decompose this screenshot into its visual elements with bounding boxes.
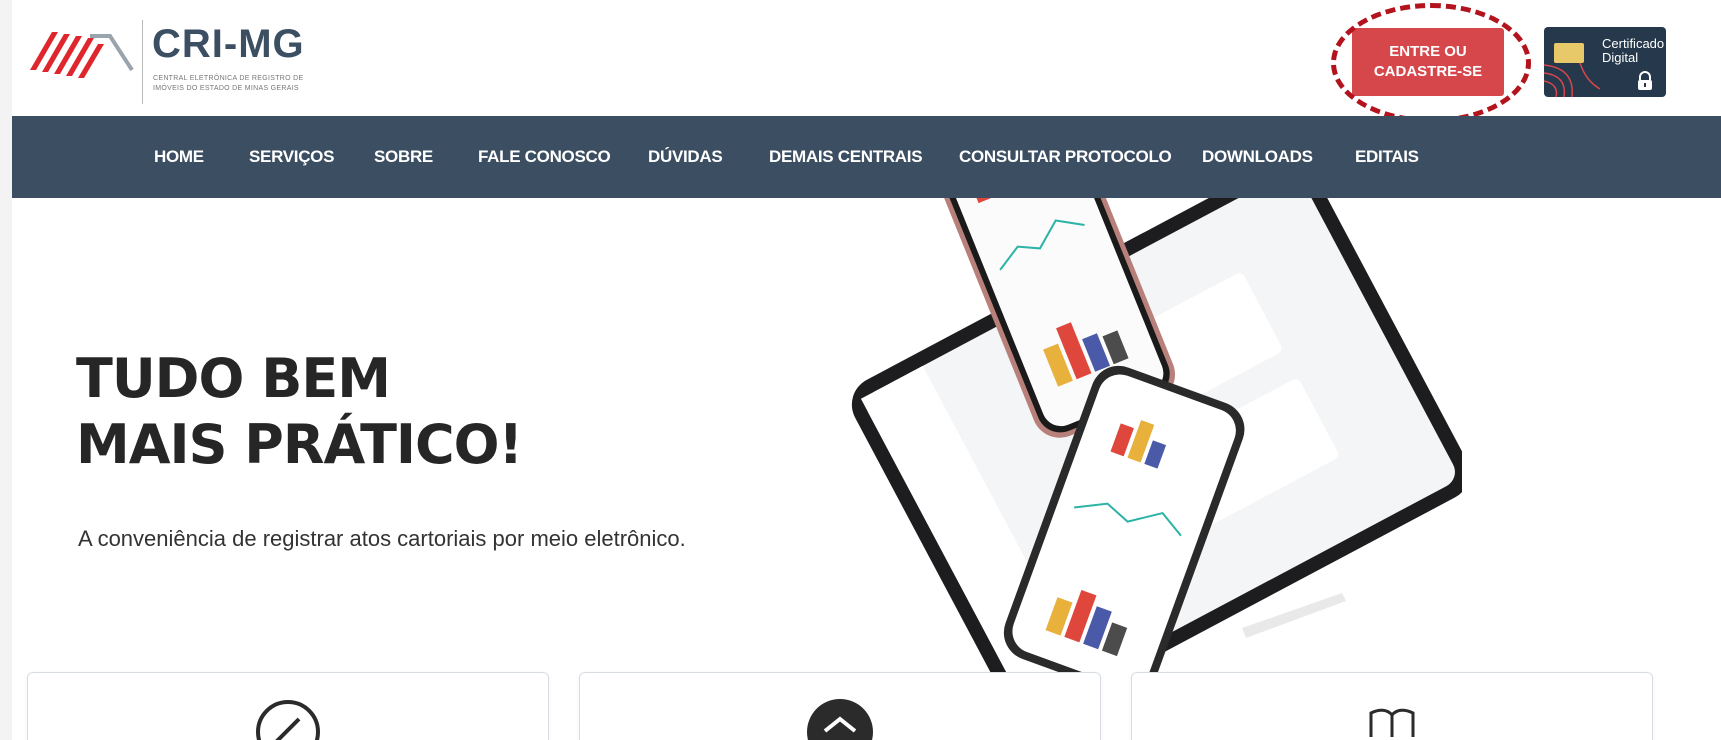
nav-editais[interactable]: EDITAIS — [1355, 147, 1419, 167]
nav-servicos[interactable]: SERVIÇOS — [249, 147, 334, 167]
nav-home[interactable]: HOME — [154, 147, 204, 167]
devices-illustration — [851, 198, 1462, 678]
nav-fale-conosco[interactable]: FALE CONOSCO — [478, 147, 611, 167]
logo-title: CRI-MG — [152, 22, 305, 66]
feature-card-2[interactable] — [579, 672, 1101, 740]
feature-card-1[interactable] — [27, 672, 549, 740]
chip-icon — [1554, 43, 1584, 63]
main-nav: HOME SERVIÇOS SOBRE FALE CONOSCO DÚVIDAS… — [12, 116, 1721, 198]
book-icon — [1369, 708, 1415, 737]
hero-title: TUDO BEM MAIS PRÁTICO! — [76, 346, 523, 478]
hero-subtitle: A conveniência de registrar atos cartori… — [78, 526, 686, 551]
top-header: CRI-MG Central Eletrônica de Registro de… — [12, 0, 1721, 123]
page: CRI-MG Central Eletrônica de Registro de… — [12, 0, 1721, 740]
house-layers-icon — [807, 699, 873, 740]
nav-duvidas[interactable]: DÚVIDAS — [648, 147, 723, 167]
hero-title-line1: TUDO BEM — [76, 347, 391, 410]
login-register-button[interactable]: ENTRE OU CADASTRE-SE — [1352, 28, 1504, 96]
lock-icon — [1638, 71, 1652, 90]
logo-divider — [142, 20, 143, 104]
feature-card-3[interactable] — [1131, 672, 1653, 740]
gauge-icon — [256, 700, 320, 740]
digital-certificate-button[interactable]: Certificado Digital — [1544, 27, 1666, 97]
nav-demais-centrais[interactable]: DEMAIS CENTRAIS — [769, 147, 923, 167]
logo-subtitle: Central Eletrônica de Registro de Imóvei… — [153, 75, 304, 92]
hero-title-line2: MAIS PRÁTICO! — [76, 413, 523, 476]
cert-label: Certificado Digital — [1602, 36, 1665, 65]
nav-consultar-protocolo[interactable]: CONSULTAR PROTOCOLO — [959, 147, 1172, 167]
nav-sobre[interactable]: SOBRE — [374, 147, 433, 167]
roof-stripes-icon — [30, 32, 134, 78]
nav-downloads[interactable]: DOWNLOADS — [1202, 147, 1313, 167]
